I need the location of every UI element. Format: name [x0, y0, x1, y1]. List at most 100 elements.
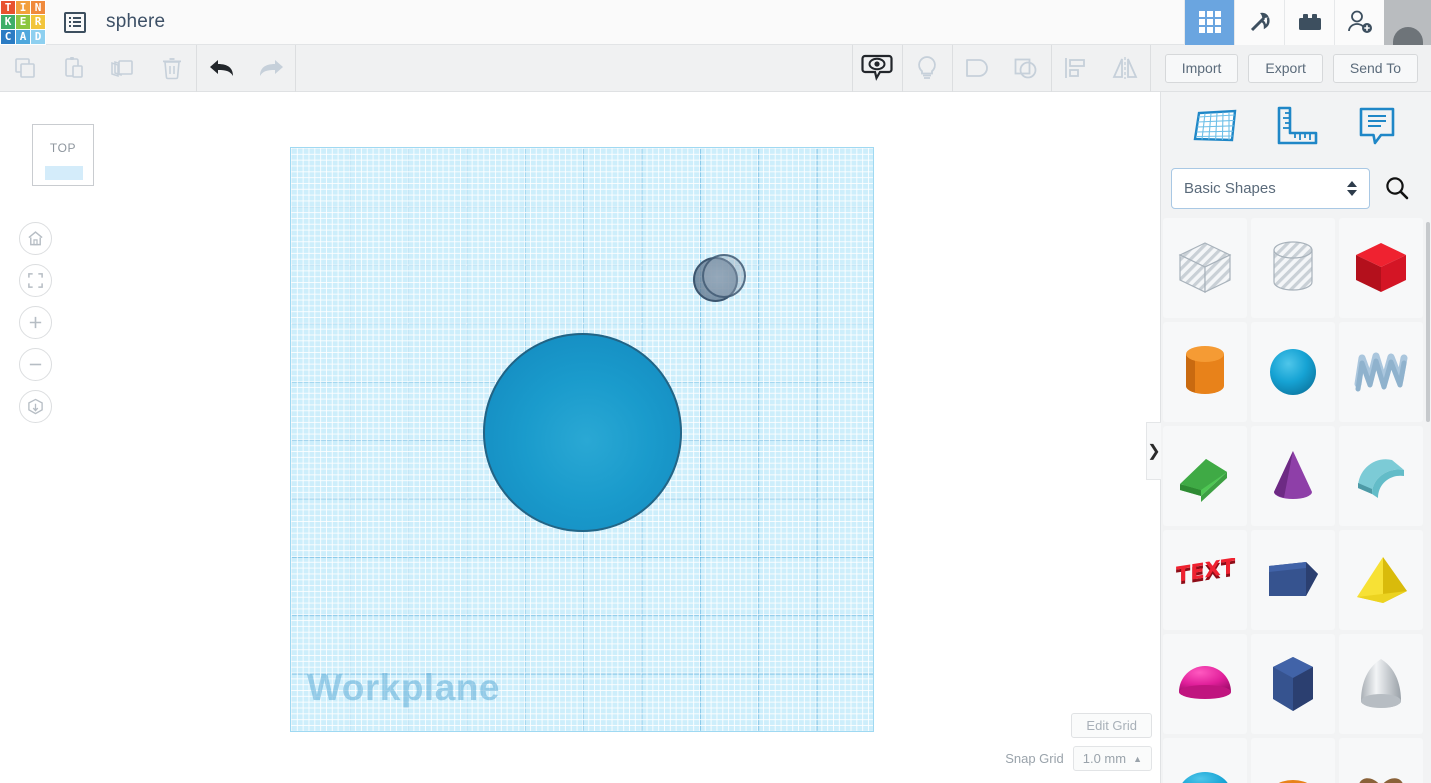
document-list-button[interactable]: [62, 9, 88, 35]
home-view-button[interactable]: [19, 222, 52, 255]
note-tool-button[interactable]: [1349, 103, 1405, 151]
shape-item-half-sphere[interactable]: [1163, 634, 1247, 734]
ruler-tool-button[interactable]: [1268, 103, 1324, 151]
undo-button[interactable]: [197, 45, 246, 92]
chevron-up-icon: ▲: [1133, 753, 1142, 764]
shape-item-box[interactable]: [1339, 218, 1423, 318]
export-button[interactable]: Export: [1248, 53, 1323, 83]
copy-button[interactable]: [0, 45, 49, 92]
tinkercad-logo[interactable]: T I N K E R C A D: [0, 0, 46, 45]
shape-item-tube[interactable]: [1251, 738, 1335, 783]
import-button[interactable]: Import: [1164, 53, 1239, 83]
show-hide-button[interactable]: [853, 45, 902, 92]
cone-icon: [1274, 451, 1312, 499]
grid-controls: Edit Grid Snap Grid 1.0 mm ▲: [1005, 713, 1152, 771]
ruler-icon: [1277, 106, 1318, 145]
shape-item-round-roof[interactable]: [1163, 738, 1247, 783]
redo-icon: [259, 60, 283, 76]
shape-item-scribble[interactable]: [1339, 322, 1423, 422]
shape-item-cylinder-hole[interactable]: [1251, 218, 1335, 318]
ungroup-button[interactable]: [1002, 45, 1051, 92]
shape-item-box-hole[interactable]: [1163, 218, 1247, 318]
solid-sphere-object[interactable]: [483, 333, 682, 532]
shape-item-cone[interactable]: [1251, 426, 1335, 526]
pickaxe-icon: [1250, 12, 1270, 32]
delete-button[interactable]: [147, 45, 196, 92]
logo-letter: C: [1, 29, 15, 44]
zoom-in-button[interactable]: [19, 306, 52, 339]
roof-icon: [1358, 459, 1404, 498]
workplane-tool-button[interactable]: [1187, 103, 1243, 151]
hole-sphere-object[interactable]: [693, 254, 746, 302]
shape-item-sphere[interactable]: [1251, 322, 1335, 422]
heart-icon: [1359, 778, 1403, 783]
chevron-updown-icon: [1347, 180, 1357, 196]
shape-item-paraboloid[interactable]: [1339, 634, 1423, 734]
logo-letter: E: [16, 15, 30, 29]
paste-button[interactable]: [49, 45, 98, 92]
shape-item-hexagon-prism[interactable]: [1251, 634, 1335, 734]
shape-item-roof[interactable]: [1339, 426, 1423, 526]
shape-item-text[interactable]: TEXT TEXT: [1163, 530, 1247, 630]
3d-viewport[interactable]: TOP Workplane Edit Grid Snap Grid 1.0 mm…: [0, 92, 1160, 783]
top-header: T I N K E R C A D sphere: [0, 0, 1431, 45]
search-button[interactable]: [1376, 167, 1417, 209]
header-tab-blocks[interactable]: [1284, 0, 1334, 45]
group-button[interactable]: [953, 45, 1002, 92]
perspective-toggle-button[interactable]: [19, 390, 52, 423]
panel-collapse-button[interactable]: ❯: [1146, 422, 1161, 480]
text-icon: TEXT TEXT: [1176, 558, 1236, 590]
snap-grid-value: 1.0 mm: [1082, 751, 1127, 766]
snap-grid-row: Snap Grid 1.0 mm ▲: [1005, 746, 1152, 771]
cylinder-hole-icon: [1273, 241, 1313, 291]
logo-letter: D: [31, 29, 45, 44]
shape-item-polygon-box[interactable]: [1251, 530, 1335, 630]
shape-item-heart[interactable]: [1339, 738, 1423, 783]
scribble-icon: [1354, 352, 1408, 392]
align-button[interactable]: [1052, 45, 1101, 92]
logo-letter: I: [16, 0, 30, 15]
workplane-grid[interactable]: Workplane: [290, 147, 874, 732]
duplicate-button[interactable]: [98, 45, 147, 92]
mirror-button[interactable]: [1101, 45, 1150, 92]
paraboloid-icon: [1361, 659, 1401, 708]
lightbulb-icon: [918, 56, 937, 79]
box-hole-icon: [1178, 242, 1232, 293]
avatar[interactable]: [1384, 0, 1431, 45]
view-cube-front-band[interactable]: [45, 166, 83, 180]
workplane-label: Workplane: [307, 667, 500, 708]
perspective-toggle-icon: [28, 398, 43, 414]
hint-button[interactable]: [903, 45, 952, 92]
logo-letter: R: [31, 15, 45, 29]
box-icon: [1356, 243, 1406, 292]
wedge-icon: [1180, 459, 1227, 502]
tube-icon: [1278, 780, 1308, 783]
zoom-out-icon: [29, 363, 42, 366]
duplicate-icon: [110, 60, 133, 78]
redo-button[interactable]: [246, 45, 295, 92]
fit-to-view-icon: [28, 273, 43, 288]
send-to-button[interactable]: Send To: [1332, 53, 1418, 83]
delete-icon: [162, 58, 181, 80]
toolbar-divider: [295, 44, 296, 92]
snap-grid-select[interactable]: 1.0 mm ▲: [1072, 746, 1152, 771]
half-sphere-icon: [1179, 666, 1231, 699]
header-tab-designs[interactable]: [1184, 0, 1234, 45]
fit-to-view-button[interactable]: [19, 264, 52, 297]
shape-item-pyramid[interactable]: [1339, 530, 1423, 630]
shape-library-select[interactable]: Basic Shapes: [1171, 167, 1370, 209]
view-cube[interactable]: TOP: [32, 124, 94, 186]
header-tab-minecraft[interactable]: [1234, 0, 1284, 45]
note-icon: [1359, 107, 1394, 145]
logo-letter: A: [16, 29, 30, 44]
hexagon-prism-icon: [1273, 657, 1313, 711]
copy-icon: [14, 58, 35, 78]
edit-grid-button[interactable]: Edit Grid: [1071, 713, 1152, 738]
shape-item-cylinder[interactable]: [1163, 322, 1247, 422]
shape-item-wedge[interactable]: [1163, 426, 1247, 526]
zoom-out-button[interactable]: [19, 348, 52, 381]
page-title[interactable]: sphere: [106, 11, 165, 33]
edit-toolbar: Import Export Send To: [0, 44, 1431, 92]
align-icon: [1065, 58, 1086, 78]
header-tab-invite[interactable]: [1334, 0, 1384, 45]
